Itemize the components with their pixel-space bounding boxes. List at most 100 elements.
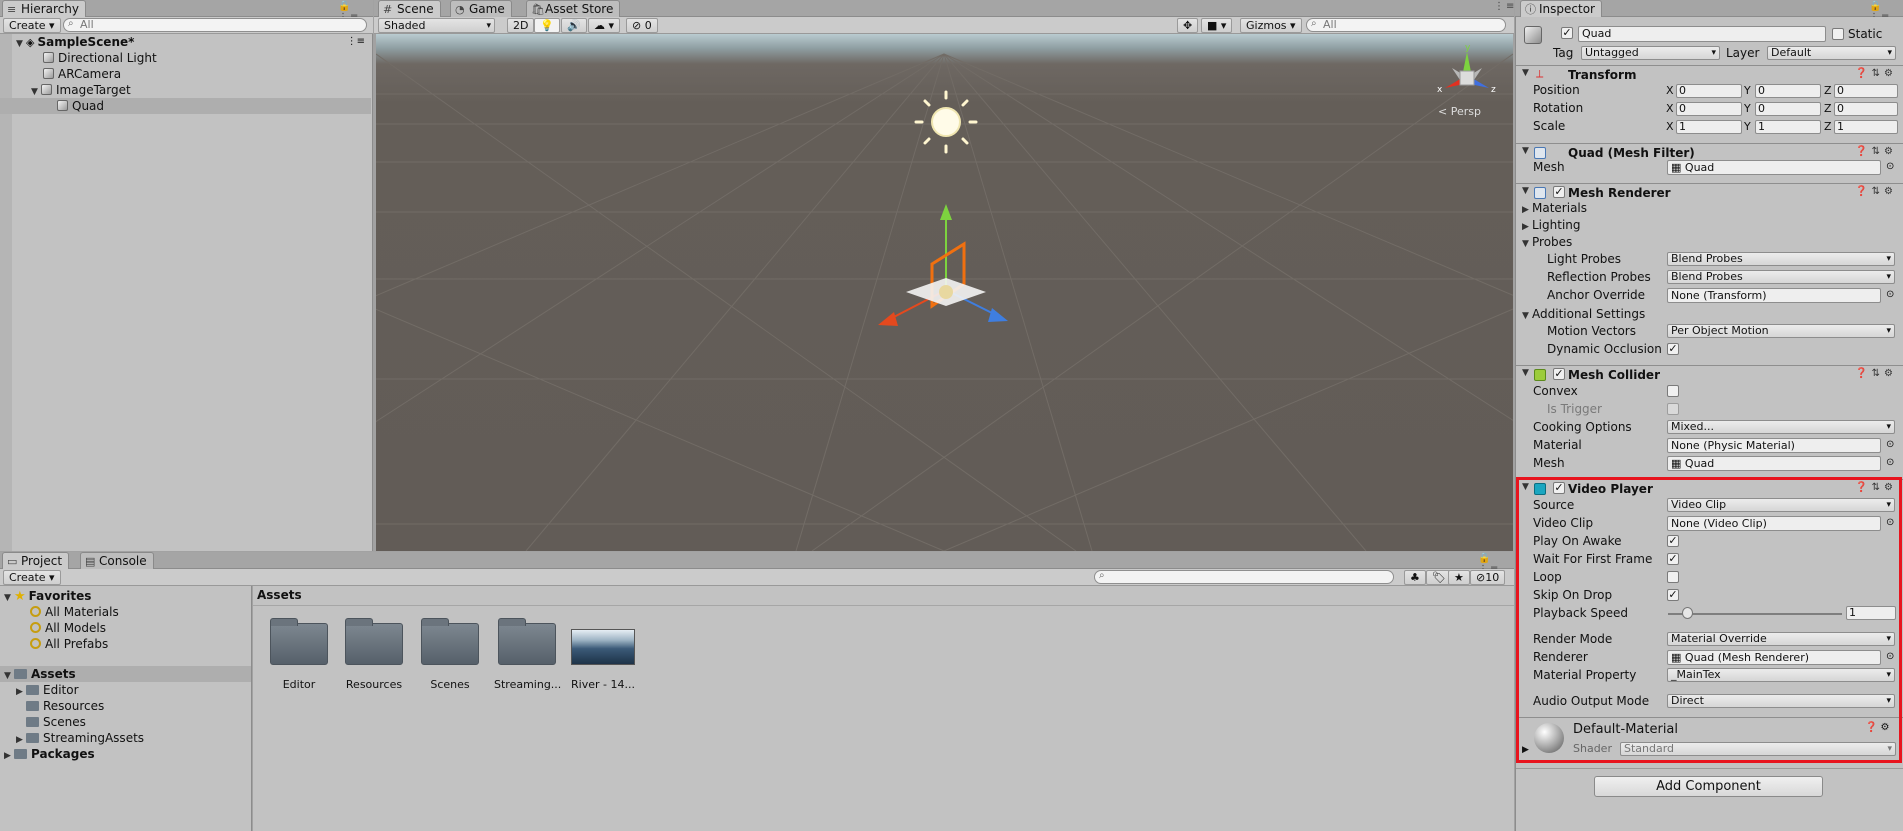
asset-folder-streaming[interactable]: Streaming... [494,618,561,691]
shading-mode-dropdown[interactable]: Shaded ▾ [378,18,495,33]
object-picker-icon[interactable]: ⊙ [1886,439,1894,450]
probes-foldout[interactable]: ▼ Probes [1522,234,1572,252]
playback-speed-field[interactable]: 1 [1846,606,1896,620]
mesh-collider-header[interactable]: ▼ ✓ Mesh Collider ❓⇅⚙ [1516,365,1903,383]
folder-item-editor[interactable]: ▶ Editor [16,682,79,698]
rotation-x-field[interactable]: 0 [1676,102,1742,116]
hierarchy-item-quad[interactable]: Quad [0,98,371,114]
tag-dropdown[interactable]: Untagged ▾ [1581,46,1720,60]
material-menu-icons[interactable]: ❓⚙ [1865,722,1892,733]
asset-folder-resources[interactable]: Resources [341,618,407,691]
expand-icon[interactable]: ▶ [1522,745,1529,755]
rotation-z-field[interactable]: 0 [1834,102,1898,116]
collider-mesh-field[interactable]: ▦ Quad [1667,456,1881,471]
asset-video-river[interactable]: River - 14... [570,623,636,691]
position-z-field[interactable]: 0 [1834,84,1898,98]
component-menu-icons[interactable]: ❓⇅⚙ [1855,68,1897,79]
audio-output-dropdown[interactable]: Direct ▾ [1667,694,1895,708]
expand-icon[interactable]: ▼ [1522,68,1532,78]
anchor-override-field[interactable]: None (Transform) [1667,288,1881,303]
tab-console[interactable]: ▤ Console [80,552,154,569]
playback-speed-slider-handle[interactable] [1682,607,1693,619]
packages-folder-row[interactable]: ▶ Packages [4,746,95,762]
shader-dropdown[interactable]: Standard ▾ [1620,742,1896,756]
mesh-field[interactable]: ▦ Quad [1667,160,1881,175]
play-on-awake-checkbox[interactable]: ✓ [1667,535,1679,547]
folder-item-streamingassets[interactable]: ▶ StreamingAssets [16,730,144,746]
transform-header[interactable]: ▼ ⟂ Transform ❓⇅⚙ [1516,65,1903,83]
video-clip-field[interactable]: None (Video Clip) [1667,516,1881,531]
add-component-button[interactable]: Add Component [1594,776,1823,797]
hierarchy-item-imagetarget[interactable]: ▼ ImageTarget [0,82,371,98]
renderer-field[interactable]: ▦ Quad (Mesh Renderer) [1667,650,1881,665]
tab-scene[interactable]: # Scene [378,0,441,17]
favorite-item[interactable]: All Models [30,620,106,636]
object-picker-icon[interactable]: ⊙ [1886,651,1894,662]
convex-checkbox[interactable] [1667,385,1679,397]
expand-icon[interactable]: ▶ [16,684,26,700]
mesh-renderer-header[interactable]: ▼ ✓ Mesh Renderer ❓⇅⚙ [1516,183,1903,201]
tab-hierarchy[interactable]: ≡ Hierarchy [2,0,87,17]
expand-icon[interactable]: ▼ [1522,482,1532,492]
expand-icon[interactable]: ▶ [4,748,14,764]
panel-menu-icon[interactable]: ⋮≡ [1494,1,1516,12]
project-create-button[interactable]: Create ▾ [3,570,61,585]
cooking-options-dropdown[interactable]: Mixed... ▾ [1667,420,1895,434]
mesh-filter-header[interactable]: ▼ Quad (Mesh Filter) ❓⇅⚙ [1516,143,1903,161]
object-picker-icon[interactable]: ⊙ [1886,457,1894,468]
enabled-checkbox[interactable]: ✓ [1553,368,1565,380]
object-picker-icon[interactable]: ⊙ [1886,289,1894,300]
object-picker-icon[interactable]: ⊙ [1886,161,1894,172]
object-picker-icon[interactable]: ⊙ [1886,517,1894,528]
skip-on-drop-checkbox[interactable]: ✓ [1667,589,1679,601]
component-menu-icons[interactable]: ❓⇅⚙ [1855,186,1897,197]
render-mode-dropdown[interactable]: Material Override ▾ [1667,632,1895,646]
scene-search-input[interactable]: ⌕ All [1306,18,1506,32]
tab-inspector[interactable]: ⓘ Inspector [1520,0,1602,17]
camera-dropdown-icon[interactable]: ■ ▾ [1201,18,1233,33]
position-x-field[interactable]: 0 [1676,84,1742,98]
move-gizmo-icon[interactable] [878,204,1008,326]
mode-2d-toggle[interactable]: 2D [507,18,535,33]
video-player-header[interactable]: ▼ ✓ Video Player ❓⇅⚙ [1516,479,1903,497]
hidden-packages-toggle[interactable]: ⊘10 [1470,570,1506,585]
wait-first-frame-checkbox[interactable]: ✓ [1667,553,1679,565]
lighting-toggle-icon[interactable]: 💡 [534,18,560,33]
position-y-field[interactable]: 0 [1755,84,1821,98]
folder-item-scenes[interactable]: Scenes [26,714,86,730]
source-dropdown[interactable]: Video Clip ▾ [1667,498,1895,512]
tab-asset-store[interactable]: 🛍 Asset Store [526,0,621,17]
rotation-y-field[interactable]: 0 [1755,102,1821,116]
scale-z-field[interactable]: 1 [1834,120,1898,134]
scale-y-field[interactable]: 1 [1755,120,1821,134]
light-probes-dropdown[interactable]: Blend Probes ▾ [1667,252,1895,266]
tab-game[interactable]: ◔ Game [450,0,512,17]
hierarchy-search-input[interactable]: ⌕ All [63,18,367,32]
orientation-gizmo-icon[interactable]: y x z [1432,42,1502,112]
asset-folder-scenes[interactable]: Scenes [417,618,483,691]
audio-toggle-icon[interactable]: 🔊 [561,18,587,33]
dynamic-occlusion-checkbox[interactable]: ✓ [1667,343,1679,355]
expand-icon[interactable]: ▼ [1522,368,1532,378]
enabled-checkbox[interactable]: ✓ [1553,186,1565,198]
favorites-header[interactable]: ▼ ★ Favorites [4,588,91,604]
material-property-dropdown[interactable]: _MainTex ▾ [1667,668,1895,682]
scene-viewport[interactable]: y x z < Persp [376,34,1513,551]
hidden-objects-toggle[interactable]: ⊘ 0 [626,18,658,33]
tools-icon[interactable]: ✥ [1177,18,1199,33]
object-name-field[interactable]: Quad [1578,26,1826,42]
favorite-item[interactable]: All Materials [30,604,119,620]
expand-icon[interactable]: ▼ [1522,186,1532,196]
scale-x-field[interactable]: 1 [1676,120,1742,134]
expand-icon[interactable]: ▼ [1522,146,1532,156]
hierarchy-scene-row[interactable]: ▼ ◈ SampleScene* ⋮≡ [0,34,371,50]
breadcrumb[interactable]: Assets [257,588,302,602]
collider-material-field[interactable]: None (Physic Material) [1667,438,1881,453]
hierarchy-item-directional-light[interactable]: Directional Light [0,50,371,66]
scene-menu-icon[interactable]: ⋮≡ [347,34,365,50]
lighting-foldout[interactable]: ▶ Lighting [1522,217,1581,235]
loop-checkbox[interactable] [1667,571,1679,583]
layer-dropdown[interactable]: Default ▾ [1767,46,1896,60]
effects-dropdown-icon[interactable]: ☁ ▾ [588,18,621,33]
motion-vectors-dropdown[interactable]: Per Object Motion ▾ [1667,324,1895,338]
